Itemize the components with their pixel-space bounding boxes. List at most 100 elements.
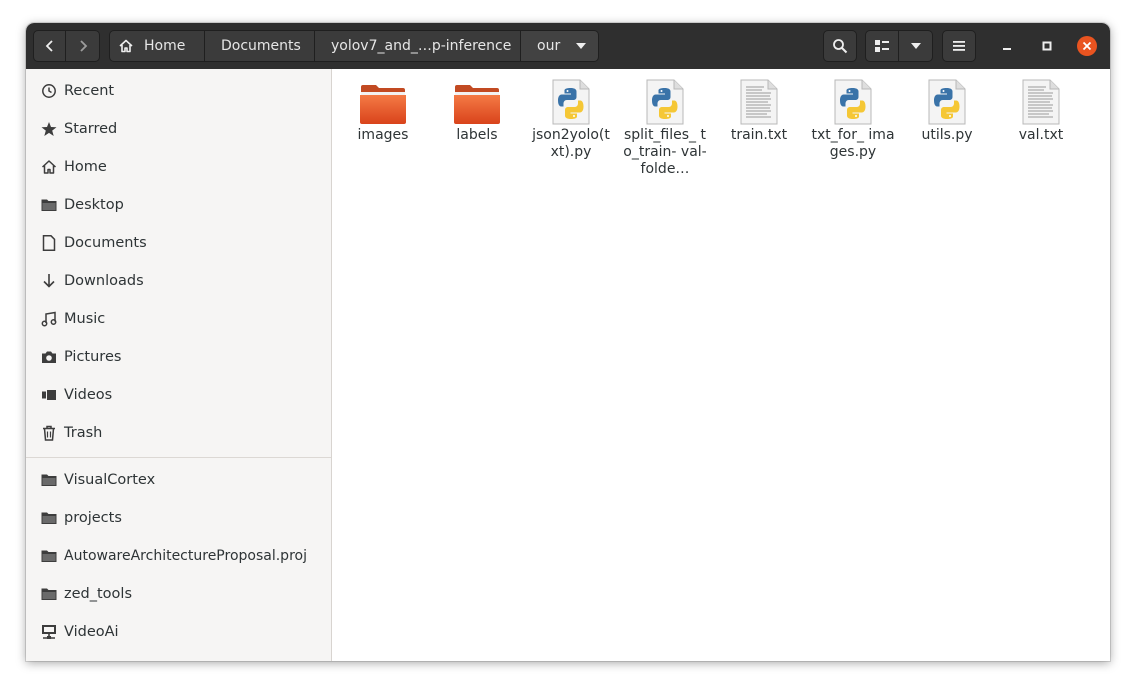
sidebar-item-label: Music — [64, 311, 106, 327]
file-item-txt-for-images[interactable]: txt_for_ images.py — [808, 77, 898, 161]
sidebar-item-visualcortex[interactable]: VisualCortex — [26, 461, 331, 499]
sidebar-item-recent[interactable]: Recent — [26, 72, 331, 110]
python-file-icon — [923, 77, 971, 125]
file-item-utils[interactable]: utils.py — [902, 77, 992, 144]
file-item-labels[interactable]: labels — [432, 77, 522, 144]
caret-down-icon — [576, 43, 587, 49]
trash-icon — [40, 424, 58, 442]
minimize-icon — [1003, 48, 1011, 50]
folder-icon — [40, 585, 58, 603]
sidebar-item-desktop[interactable]: Desktop — [26, 186, 331, 224]
list-view-icon — [875, 40, 889, 52]
folder-icon — [40, 196, 58, 214]
sidebar-item-autoware[interactable]: AutowareArchitectureProposal.proj — [26, 537, 331, 575]
file-name: split_files_ to_train- val-folde… — [623, 127, 707, 177]
file-item-train-txt[interactable]: train.txt — [714, 77, 804, 144]
search-button[interactable] — [823, 30, 857, 62]
close-icon — [1082, 41, 1092, 51]
main-menu-button[interactable] — [942, 30, 976, 62]
breadcrumb-documents[interactable]: Documents — [205, 30, 315, 62]
network-drive-icon — [40, 623, 58, 641]
python-file-icon — [829, 77, 877, 125]
sidebar-item-label: Downloads — [64, 273, 144, 289]
sidebar-item-label: Videos — [64, 387, 113, 403]
text-file-icon — [1017, 77, 1065, 125]
forward-button[interactable] — [66, 30, 100, 62]
file-name: images — [357, 127, 409, 143]
folder-icon — [40, 547, 58, 565]
close-button[interactable] — [1077, 36, 1097, 56]
sidebar-separator — [26, 457, 331, 458]
caret-down-icon — [910, 43, 921, 49]
folder-icon — [359, 77, 407, 125]
star-icon — [40, 120, 58, 138]
file-name: txt_for_ images.py — [811, 127, 895, 160]
file-name: train.txt — [730, 127, 788, 143]
search-icon — [833, 39, 848, 54]
sidebar-item-home[interactable]: Home — [26, 148, 331, 186]
breadcrumb-home[interactable]: Home — [109, 30, 205, 62]
breadcrumb-label: our — [537, 38, 561, 54]
sidebar-item-label: Recent — [64, 83, 115, 99]
breadcrumb-label: Home — [144, 38, 186, 54]
document-icon — [40, 234, 58, 252]
python-file-icon — [547, 77, 595, 125]
sidebar-item-pictures[interactable]: Pictures — [26, 338, 331, 376]
view-options-button[interactable] — [899, 30, 933, 62]
sidebar-item-starred[interactable]: Starred — [26, 110, 331, 148]
breadcrumb-yolov7[interactable]: yolov7_and_…p-inference — [315, 30, 521, 62]
maximize-button[interactable] — [1037, 36, 1057, 56]
file-item-images[interactable]: images — [338, 77, 428, 144]
sidebar-item-zed-tools[interactable]: zed_tools — [26, 575, 331, 613]
breadcrumb-label: yolov7_and_…p-inference — [331, 38, 512, 54]
hamburger-menu-icon — [953, 41, 965, 51]
file-item-json2yolo[interactable]: json2yolo(t xt).py — [526, 77, 616, 161]
file-name: utils.py — [921, 127, 973, 143]
chevron-right-icon — [79, 40, 87, 52]
sidebar-item-documents[interactable]: Documents — [26, 224, 331, 262]
sidebar-item-label: Desktop — [64, 197, 124, 213]
camera-icon — [40, 348, 58, 366]
sidebar-item-label: zed_tools — [64, 586, 132, 602]
sidebar-item-trash[interactable]: Trash — [26, 414, 331, 452]
sidebar-item-videos[interactable]: Videos — [26, 376, 331, 414]
view-mode-button[interactable] — [865, 30, 899, 62]
sidebar-item-videoai[interactable]: VideoAi — [26, 613, 331, 651]
header-bar: Home Documents yolov7_and_…p-inference o… — [26, 23, 1110, 69]
sidebar-item-label: Home — [64, 159, 107, 175]
sidebar-item-projects[interactable]: projects — [26, 499, 331, 537]
sidebar-item-label: Pictures — [64, 349, 122, 365]
minimize-button[interactable] — [997, 36, 1017, 56]
sidebar-item-music[interactable]: Music — [26, 300, 331, 338]
video-icon — [40, 386, 58, 404]
breadcrumb-label: Documents — [221, 38, 301, 54]
sidebar-item-downloads[interactable]: Downloads — [26, 262, 331, 300]
sidebar-item-label: Trash — [64, 425, 103, 441]
folder-icon — [40, 471, 58, 489]
music-icon — [40, 310, 58, 328]
sidebar-item-label: AutowareArchitectureProposal.proj — [64, 548, 307, 564]
file-name: val.txt — [1018, 127, 1064, 143]
file-view[interactable]: images labels json2yolo(t xt).py split_f… — [332, 69, 1110, 661]
sidebar-item-label: VisualCortex — [64, 472, 156, 488]
back-button[interactable] — [33, 30, 66, 62]
file-item-val-txt[interactable]: val.txt — [996, 77, 1086, 144]
download-icon — [40, 272, 58, 290]
sidebar-item-label: Starred — [64, 121, 118, 137]
chevron-left-icon — [45, 40, 53, 52]
home-icon — [40, 158, 58, 176]
text-file-icon — [735, 77, 783, 125]
home-icon — [118, 38, 134, 54]
file-name: json2yolo(t xt).py — [532, 127, 610, 160]
sidebar-item-label: Documents — [64, 235, 147, 251]
maximize-icon — [1042, 41, 1052, 51]
sidebar-item-label: projects — [64, 510, 122, 526]
clock-icon — [40, 82, 58, 100]
file-name: labels — [456, 127, 498, 143]
breadcrumb-current[interactable]: our — [521, 30, 599, 62]
file-item-split-files[interactable]: split_files_ to_train- val-folde… — [620, 77, 710, 178]
file-manager-window: Home Documents yolov7_and_…p-inference o… — [26, 23, 1110, 661]
sidebar: Recent Starred Home Desktop Documents Do… — [26, 69, 332, 661]
folder-icon — [40, 509, 58, 527]
sidebar-item-label: VideoAi — [64, 624, 119, 640]
